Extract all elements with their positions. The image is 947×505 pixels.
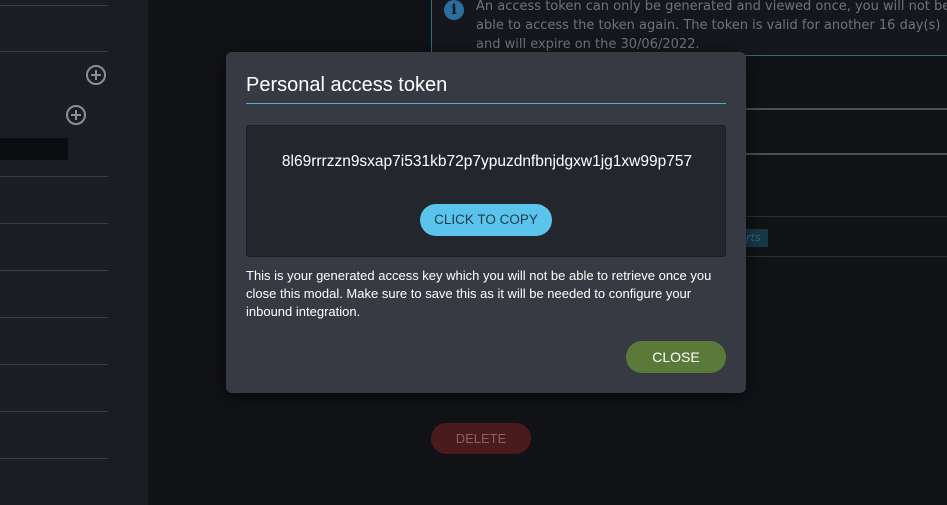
sidebar-divider <box>0 317 108 318</box>
sidebar-field <box>0 138 68 160</box>
sidebar <box>0 0 148 505</box>
sidebar-divider <box>0 176 108 177</box>
sidebar-divider <box>0 458 108 459</box>
copy-button[interactable]: CLICK TO COPY <box>420 204 552 236</box>
sidebar-divider <box>0 51 108 52</box>
info-message: An access token can only be generated an… <box>476 0 947 52</box>
background-divider <box>746 108 947 110</box>
sidebar-divider <box>0 364 108 365</box>
modal-title: Personal access token <box>246 74 448 96</box>
sidebar-divider <box>0 223 108 224</box>
info-icon: i <box>444 0 464 20</box>
token-value[interactable]: 8l69rrrzzn9sxap7i531kb72p7ypuzdnfbnjdgxw… <box>267 150 707 173</box>
modal-description: This is your generated access key which … <box>246 268 712 319</box>
delete-button[interactable]: DELETE <box>431 423 531 454</box>
close-button[interactable]: CLOSE <box>626 341 726 373</box>
sidebar-divider <box>0 411 108 412</box>
sidebar-divider <box>0 5 108 6</box>
add-icon[interactable] <box>66 105 86 125</box>
background-divider <box>746 216 947 217</box>
sidebar-divider <box>0 270 108 271</box>
background-tag: rts <box>746 229 768 247</box>
access-token-modal: Personal access token 8l69rrrzzn9sxap7i5… <box>226 52 746 393</box>
title-underline <box>246 103 726 104</box>
token-info-banner: i An access token can only be generated … <box>431 0 947 56</box>
token-box: 8l69rrrzzn9sxap7i531kb72p7ypuzdnfbnjdgxw… <box>246 125 726 257</box>
background-divider <box>746 256 947 257</box>
add-icon[interactable] <box>86 65 106 85</box>
background-divider <box>746 153 947 155</box>
